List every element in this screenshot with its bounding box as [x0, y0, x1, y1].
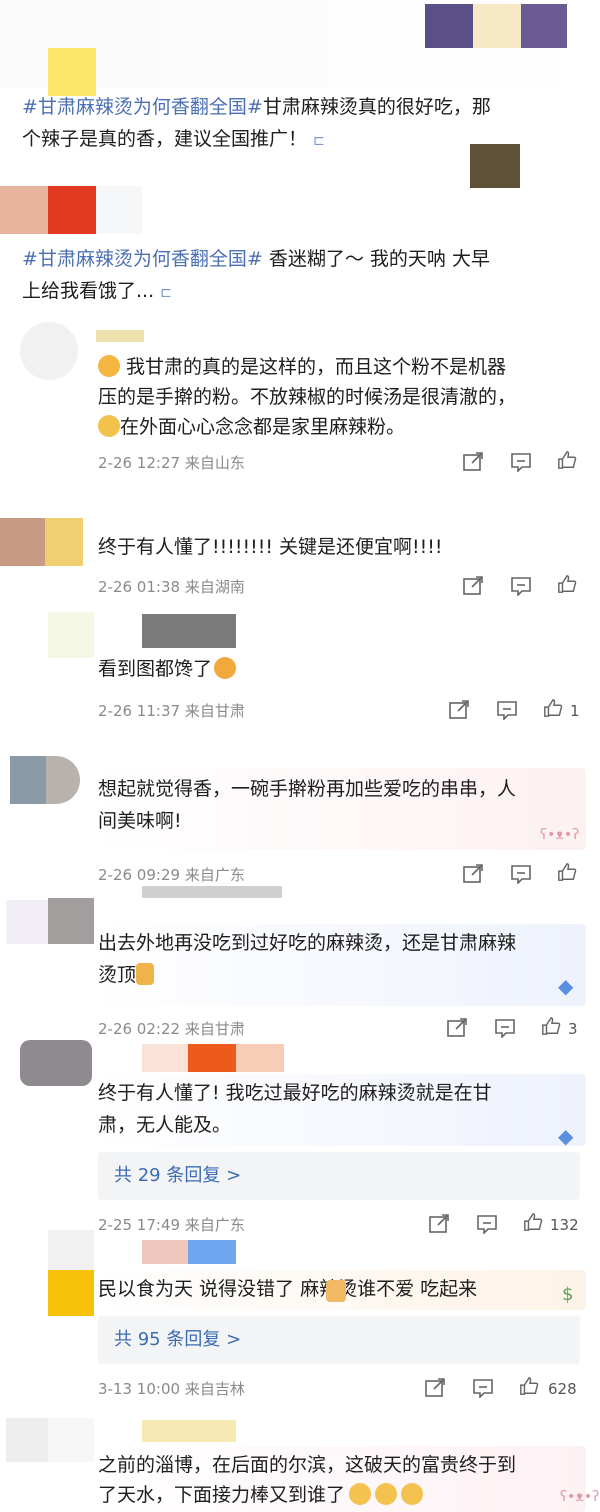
redacted-block [48, 186, 96, 234]
avatar-block [6, 900, 48, 944]
comment-text: 间美味啊! [98, 810, 182, 832]
money-sticker-icon: $ [562, 1284, 574, 1305]
comment-icon[interactable] [496, 700, 518, 721]
rabbit-sticker-icon: ʕ•ᴥ•ʔ [540, 827, 580, 843]
avatar[interactable] [48, 1270, 94, 1316]
view-replies-button[interactable]: 共 29 条回复 > [98, 1152, 580, 1200]
avatar-block [46, 756, 80, 804]
comment-meta: 2-26 02:22 来自甘肃 [98, 1020, 245, 1038]
redacted-username [142, 614, 236, 648]
like-icon[interactable] [518, 1376, 540, 1396]
scream-emoji-icon [98, 355, 120, 377]
redacted-block [96, 186, 142, 234]
redacted-username [142, 886, 282, 898]
redacted-username [96, 330, 144, 342]
comment-text: 民以食为天 说得没错了 麻辣烫谁不爱 吃起来 [98, 1278, 478, 1300]
comment-meta: 2-26 01:38 来自湖南 [98, 578, 245, 596]
redacted-block [0, 186, 48, 234]
redacted-username [142, 1044, 188, 1072]
redacted-block [48, 48, 96, 96]
hashtag-link[interactable]: #甘肃麻辣烫为何香翻全国# [22, 248, 263, 270]
comment-text: 压的是手擀的粉。不放辣椒的时候汤是很清澈的， [98, 386, 517, 408]
like-icon[interactable] [542, 698, 564, 718]
like-count: 3 [568, 1020, 578, 1038]
666-emoji-icon [375, 1483, 398, 1505]
share-icon[interactable] [446, 1018, 468, 1038]
avatar[interactable] [0, 518, 45, 566]
share-icon[interactable] [424, 1378, 446, 1398]
comment-icon[interactable] [494, 1018, 516, 1039]
view-replies-button[interactable]: 共 95 条回复 > [98, 1316, 580, 1364]
comment-icon[interactable] [472, 1378, 494, 1399]
comment-meta: 3-13 10:00 来自吉林 [98, 1380, 245, 1398]
redacted-block [473, 4, 521, 48]
avatar-block [45, 518, 83, 566]
thumbs-up-emoji-icon [326, 1280, 346, 1302]
comment-icon[interactable] [510, 864, 532, 885]
comment-text: 之前的淄博，在后面的尔滨，这破天的富贵终于到 [98, 1454, 517, 1476]
avatar[interactable] [48, 898, 94, 944]
drool-emoji-icon [214, 657, 237, 679]
comment-text: 终于有人懂了! 我吃过最好吃的麻辣烫就是在甘 [98, 1082, 492, 1104]
comment-text: 在外面心心念念都是家里麻辣粉。 [98, 412, 405, 442]
like-icon[interactable] [556, 862, 578, 882]
redacted-block [521, 4, 567, 48]
like-icon[interactable] [556, 450, 578, 470]
diamond-badge-icon: ◆ [558, 1124, 574, 1148]
comment-icon[interactable] [510, 576, 532, 597]
thumbs-up-emoji-icon [136, 963, 155, 985]
avatar[interactable] [20, 322, 78, 380]
comment-text: 想起就觉得香，一碗手擀粉再加些爱吃的串串，人 [98, 778, 517, 800]
comment-icon[interactable] [510, 452, 532, 473]
like-icon[interactable] [522, 1212, 544, 1232]
link-icon: ⊏ [313, 133, 325, 149]
redacted-username [188, 1044, 236, 1072]
avatar-block [48, 1418, 94, 1462]
share-icon[interactable] [462, 864, 484, 884]
redacted-username [236, 1044, 284, 1072]
comment-text: 看到图都馋了 [98, 654, 237, 684]
post2-line1: #甘肃麻辣烫为何香翻全国# 香迷糊了～ 我的天呐 大早 [22, 248, 490, 270]
avatar[interactable] [10, 756, 46, 804]
diamond-badge-icon: ◆ [558, 974, 574, 998]
like-count: 1 [570, 702, 580, 720]
like-count: 628 [548, 1380, 577, 1398]
rabbit-sticker-icon: ʕ•ᴥ•ʔ [560, 1489, 600, 1505]
share-icon[interactable] [462, 576, 484, 596]
avatar[interactable] [6, 1418, 48, 1462]
comment-text: 肃，无人能及。 [98, 1114, 232, 1136]
like-icon[interactable] [540, 1016, 562, 1036]
redacted-username [188, 1240, 236, 1264]
like-icon[interactable] [556, 574, 578, 594]
like-count: 132 [550, 1216, 579, 1234]
comment-meta: 2-26 12:27 来自山东 [98, 454, 245, 472]
avatar-block [48, 1230, 94, 1270]
comment-icon[interactable] [476, 1214, 498, 1235]
crying-emoji-icon [98, 415, 120, 437]
comment-text: 了天水，下面接力棒又到谁了 [98, 1480, 424, 1510]
share-icon[interactable] [462, 452, 484, 472]
avatar[interactable] [48, 612, 94, 658]
comment-meta: 2-25 17:49 来自广东 [98, 1216, 245, 1234]
comment-text: 出去外地再没吃到过好吃的麻辣烫，还是甘肃麻辣 [98, 932, 517, 954]
comment-meta: 2-26 09:29 来自广东 [98, 866, 245, 884]
link-icon: ⊏ [160, 285, 172, 301]
comment-text: 烫顶 [98, 960, 155, 990]
redacted-block [470, 144, 520, 188]
comment-text: 终于有人懂了!!!!!!!! 关键是还便宜啊!!!! [98, 536, 443, 558]
share-icon[interactable] [428, 1214, 450, 1234]
666-emoji-icon [401, 1483, 424, 1505]
hashtag-link[interactable]: #甘肃麻辣烫为何香翻全国# [22, 96, 263, 118]
avatar[interactable] [20, 1040, 92, 1086]
redacted-username [142, 1240, 188, 1264]
post2-line2: 上给我看饿了... ⊏ [22, 280, 172, 302]
redacted-block [425, 4, 473, 48]
comment-text: 我甘肃的真的是这样的，而且这个粉不是机器 [98, 352, 506, 382]
share-icon[interactable] [448, 700, 470, 720]
post1-line2: 个辣子是真的香，建议全国推广！ ⊏ [22, 128, 325, 150]
666-emoji-icon [349, 1483, 372, 1505]
comment-meta: 2-26 11:37 来自甘肃 [98, 702, 245, 720]
redacted-username [142, 1420, 236, 1442]
post1-line1: #甘肃麻辣烫为何香翻全国#甘肃麻辣烫真的很好吃，那 [22, 96, 491, 118]
